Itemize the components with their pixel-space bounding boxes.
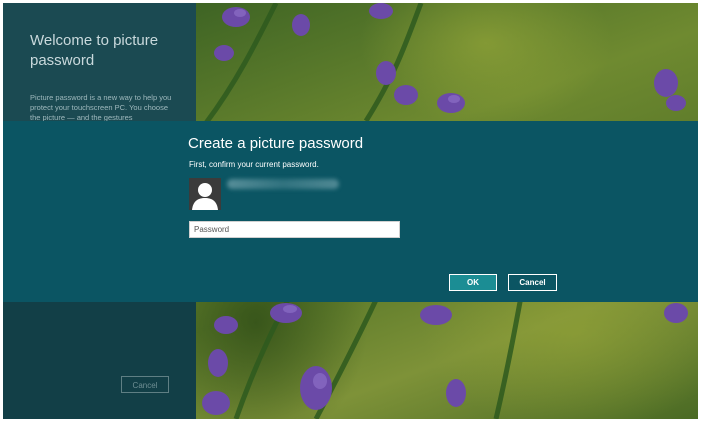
cancel-button[interactable]: Cancel bbox=[508, 274, 557, 291]
left-cancel-button[interactable]: Cancel bbox=[121, 376, 169, 393]
user-silhouette-icon bbox=[189, 178, 221, 210]
screen: Welcome to picture password Picture pass… bbox=[3, 3, 698, 419]
welcome-description: Picture password is a new way to help yo… bbox=[30, 93, 172, 121]
user-name-blurred bbox=[227, 179, 339, 189]
dialog-subtitle: First, confirm your current password. bbox=[189, 160, 319, 169]
ok-button[interactable]: OK bbox=[449, 274, 497, 291]
welcome-title: Welcome to picture password bbox=[30, 32, 159, 69]
password-input[interactable] bbox=[189, 221, 400, 238]
dialog-title: Create a picture password bbox=[188, 135, 364, 152]
left-panel-bottom bbox=[3, 302, 196, 419]
create-picture-password-dialog: Create a picture password First, confirm… bbox=[3, 121, 698, 302]
